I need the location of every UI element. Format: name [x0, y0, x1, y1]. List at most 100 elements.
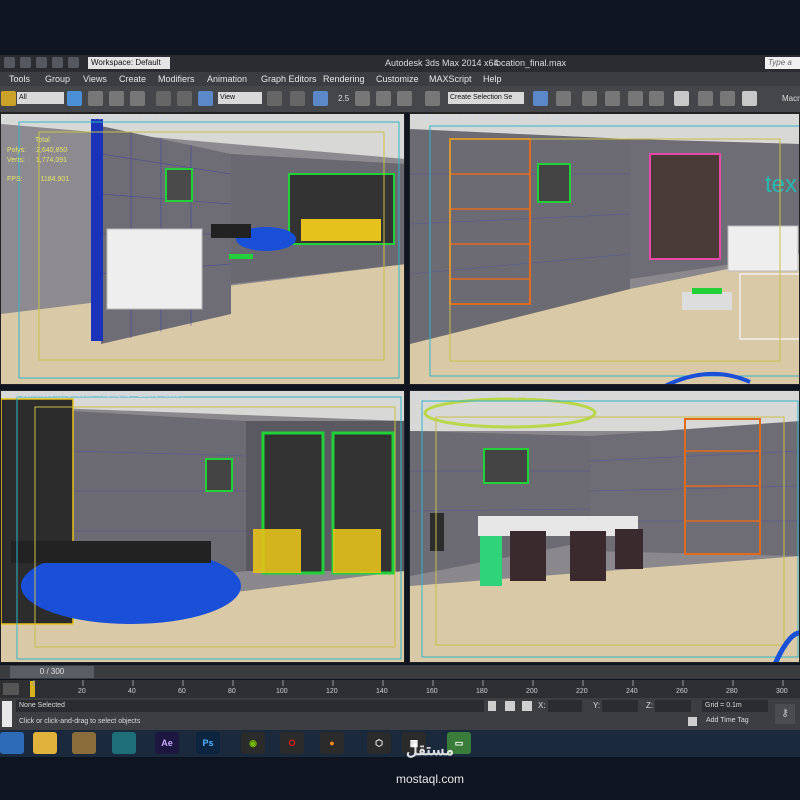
lock-selection-icon[interactable]	[488, 701, 496, 711]
move-icon[interactable]	[156, 91, 171, 106]
viewport-camera003[interactable]: [ + ] [ Camera003 ] [ Smooth + Highlight…	[0, 113, 405, 385]
viewport-camera001[interactable]: tex [ + ] [ Camera001 ] [ Smooth + Highl…	[409, 113, 800, 385]
angle-snap-icon[interactable]	[355, 91, 370, 106]
percent-snap-icon[interactable]	[376, 91, 391, 106]
scale-icon[interactable]	[198, 91, 213, 106]
time-slider[interactable]: 0 / 300	[0, 665, 800, 679]
viewport-label[interactable]: [ + ] [ Camera003 ] [ Smooth + Highlight…	[3, 115, 183, 122]
rotate-icon[interactable]	[177, 91, 192, 106]
menu-maxscript[interactable]: MAXScript	[429, 74, 472, 84]
menu-customize[interactable]: Customize	[376, 74, 419, 84]
app-menu-icon[interactable]	[4, 57, 15, 68]
y-coordinate-field[interactable]	[602, 700, 638, 712]
stats-polys-value: 2,640,850	[36, 147, 68, 154]
time-slider-knob[interactable]: 0 / 300	[10, 666, 94, 678]
mirror-icon[interactable]	[533, 91, 548, 106]
tick-label: 280	[726, 688, 738, 695]
selection-filter-dropdown[interactable]: All	[17, 92, 64, 104]
snap-value: 2.5	[338, 94, 350, 103]
render-production-icon[interactable]	[742, 91, 757, 106]
camera002-scene	[410, 391, 799, 662]
isolate-selection-icon[interactable]	[505, 701, 515, 711]
grid-size-display: Grid = 0.1m	[702, 700, 768, 712]
menu-group[interactable]: Group	[45, 74, 70, 84]
maxscript-listener-icon[interactable]	[2, 701, 12, 727]
reference-coordinate-dropdown[interactable]: View	[218, 92, 262, 104]
hold-icon[interactable]	[68, 57, 79, 68]
viewport-camera002[interactable]: [ + ] [ Camera002 ] [ Smooth + Highlight…	[409, 390, 800, 663]
viewport-label[interactable]: [ + ] [ Camera001 ] [ Smooth + Highlight…	[412, 115, 592, 122]
camera001-scene: tex	[410, 114, 799, 384]
viewport-camera004[interactable]: [ + ] [ Camera004 ] [ Smooth + Highlight…	[0, 390, 405, 663]
select-manipulate-icon[interactable]	[290, 91, 305, 106]
edit-named-selection-icon[interactable]	[425, 91, 440, 106]
3dsmax-icon[interactable]	[112, 732, 136, 754]
material-editor-icon[interactable]	[674, 91, 689, 106]
file-explorer-icon[interactable]	[33, 732, 57, 754]
menu-animation[interactable]: Animation	[207, 74, 247, 84]
track-bar[interactable]: 20 40 60 80 100 120 140 160 180 200 220 …	[0, 680, 800, 698]
key-icon[interactable]: ⚷	[775, 704, 795, 724]
menu-create[interactable]: Create	[119, 74, 146, 84]
tick-label: 140	[376, 688, 388, 695]
app-title: Autodesk 3ds Max 2014 x64	[385, 58, 499, 68]
media-icon[interactable]	[72, 732, 96, 754]
main-toolbar: All View 2.5 Create Selection Se Macr	[0, 86, 800, 113]
curve-editor-icon[interactable]	[628, 91, 643, 106]
tick-label: 40	[128, 688, 136, 695]
track-ticks	[33, 680, 784, 686]
photoshop-icon[interactable]: Ps	[196, 732, 220, 754]
x-label: X:	[538, 701, 546, 710]
menu-modifiers[interactable]: Modifiers	[158, 74, 195, 84]
tick-label: 240	[626, 688, 638, 695]
tick-label: 200	[526, 688, 538, 695]
z-label: Z:	[646, 701, 654, 710]
start-icon[interactable]	[0, 732, 24, 754]
menu-rendering[interactable]: Rendering	[323, 74, 365, 84]
nvidia-icon[interactable]: ◉	[241, 732, 265, 754]
stats-verts-value: 1,774,091	[35, 157, 68, 164]
stats-fps-label: FPS:	[7, 176, 23, 183]
tick-label: 80	[228, 688, 236, 695]
z-coordinate-field[interactable]	[655, 700, 691, 712]
workspace-dropdown[interactable]: Workspace: Default	[88, 57, 170, 69]
search-input[interactable]: Type a keyw	[765, 57, 800, 79]
keyboard-shortcut-icon[interactable]	[313, 91, 328, 106]
select-object-icon[interactable]	[67, 91, 82, 106]
tick-label: 160	[426, 688, 438, 695]
spinner-snap-icon[interactable]	[397, 91, 412, 106]
graphite-ribbon-icon[interactable]	[605, 91, 620, 106]
pivot-center-icon[interactable]	[267, 91, 282, 106]
firefox-icon[interactable]: ●	[320, 732, 344, 754]
stats-total-label: Total	[35, 137, 50, 144]
redo-icon[interactable]	[52, 57, 63, 68]
x-coordinate-field[interactable]	[548, 700, 582, 712]
region-select-icon[interactable]	[109, 91, 124, 106]
rendered-frame-window-icon[interactable]	[720, 91, 735, 106]
window-crossing-icon[interactable]	[130, 91, 145, 106]
time-tag-icon[interactable]	[688, 717, 697, 726]
select-by-name-icon[interactable]	[88, 91, 103, 106]
macro-recorder-label: Macr	[782, 94, 800, 103]
viewport-label[interactable]: [ + ] [ Camera004 ] [ Smooth + Highlight…	[3, 392, 183, 399]
menu-help[interactable]: Help	[483, 74, 502, 84]
layer-manager-icon[interactable]	[582, 91, 597, 106]
render-setup-icon[interactable]	[698, 91, 713, 106]
menu-tools[interactable]: Tools	[9, 74, 30, 84]
absolute-mode-icon[interactable]	[522, 701, 532, 711]
tick-label: 20	[78, 688, 86, 695]
named-selection-dropdown[interactable]: Create Selection Se	[448, 92, 524, 104]
undo-toolbar-icon[interactable]	[1, 91, 16, 106]
opera-icon[interactable]: O	[280, 732, 304, 754]
camera004-scene	[1, 391, 404, 662]
after-effects-icon[interactable]: Ae	[155, 732, 179, 754]
menu-graph-editors[interactable]: Graph Editors	[261, 74, 317, 84]
schematic-view-icon[interactable]	[649, 91, 664, 106]
new-file-icon[interactable]	[20, 57, 31, 68]
align-icon[interactable]	[556, 91, 571, 106]
undo-icon[interactable]	[36, 57, 47, 68]
stats-polys-label: Polys:	[7, 147, 27, 154]
add-time-tag-button[interactable]: Add Time Tag	[706, 717, 749, 724]
menu-views[interactable]: Views	[83, 74, 107, 84]
viewport-label[interactable]: [ + ] [ Camera002 ] [ Smooth + Highlight…	[412, 392, 592, 399]
